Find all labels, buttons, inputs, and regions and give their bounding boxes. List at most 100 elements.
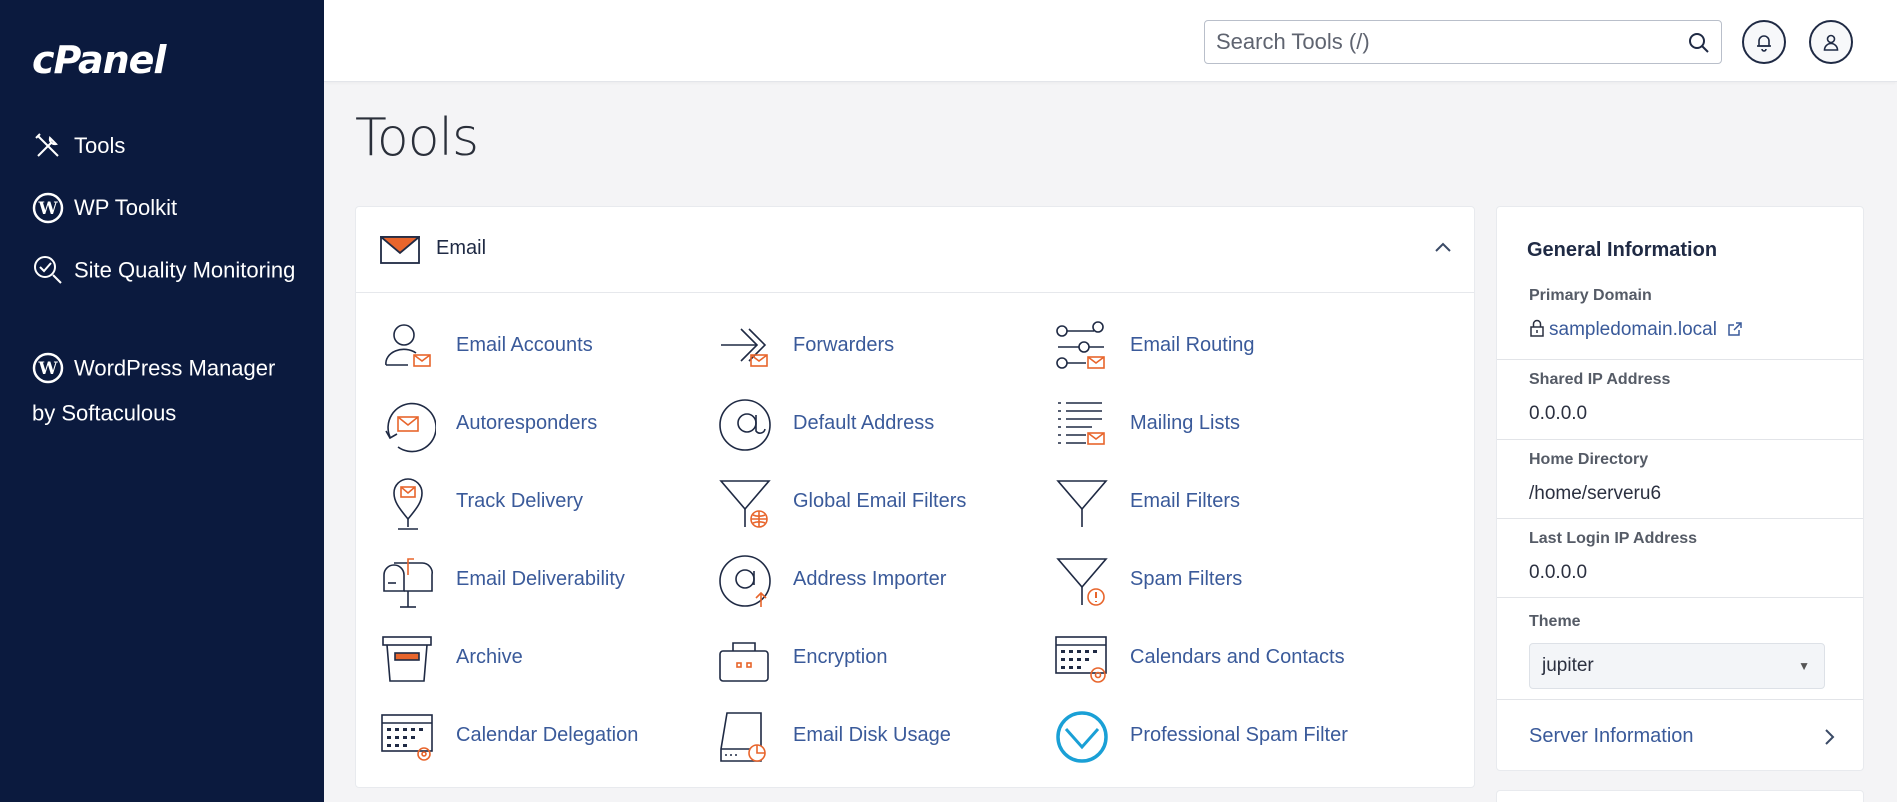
tool-autoresponders[interactable]: Autoresponders bbox=[380, 397, 710, 453]
general-information-card: General Information Primary Domain sampl… bbox=[1496, 206, 1864, 771]
tool-label: Calendars and Contacts bbox=[1130, 646, 1345, 668]
site-quality-icon bbox=[34, 256, 62, 284]
shared-ip-value: 0.0.0.0 bbox=[1529, 403, 1588, 424]
server-information-link[interactable]: Server Information bbox=[1529, 725, 1694, 748]
sidebar-item-label: WP Toolkit bbox=[74, 195, 178, 221]
spam-filters-icon bbox=[1056, 558, 1108, 606]
bell-icon bbox=[1757, 35, 1771, 52]
tool-label: Calendar Delegation bbox=[456, 724, 639, 746]
mailing-lists-icon bbox=[1058, 402, 1105, 445]
page-title: Tools bbox=[355, 108, 479, 168]
tool-label: Encryption bbox=[793, 646, 888, 668]
tool-default-address[interactable]: Default Address bbox=[717, 397, 1047, 453]
lock-icon bbox=[1530, 319, 1544, 337]
email-accounts-icon bbox=[385, 324, 431, 367]
home-directory-value: /home/serveru6 bbox=[1529, 483, 1662, 504]
tool-label: Email Disk Usage bbox=[793, 724, 951, 746]
tool-label: Email Accounts bbox=[456, 334, 593, 356]
tool-archive[interactable]: Archive bbox=[380, 631, 710, 687]
tool-label: Address Importer bbox=[793, 568, 947, 590]
tool-label: Mailing Lists bbox=[1130, 412, 1241, 434]
tool-encryption[interactable]: Encryption bbox=[717, 631, 1047, 687]
autoresponders-icon bbox=[385, 402, 436, 453]
envelope-icon bbox=[380, 236, 420, 264]
archive-icon bbox=[382, 636, 432, 682]
primary-domain-label: Primary Domain bbox=[1529, 287, 1652, 304]
chevron-down-icon: ▼ bbox=[1798, 659, 1810, 673]
tool-calendar-delegation[interactable]: Calendar Delegation bbox=[380, 709, 710, 765]
professional-spam-filter-icon bbox=[1056, 711, 1108, 763]
email-routing-icon bbox=[1056, 321, 1105, 369]
tool-label: Professional Spam Filter bbox=[1130, 724, 1348, 746]
encryption-icon bbox=[719, 642, 769, 682]
email-section-title: Email bbox=[436, 237, 487, 259]
theme-select[interactable]: jupiter ▼ bbox=[1529, 643, 1825, 689]
theme-label: Theme bbox=[1529, 613, 1581, 630]
tool-email-deliverability[interactable]: Email Deliverability bbox=[380, 553, 710, 609]
divider bbox=[1497, 439, 1863, 440]
search-input[interactable] bbox=[1205, 21, 1665, 63]
user-icon bbox=[1823, 34, 1839, 51]
svg-text:W: W bbox=[37, 359, 58, 379]
tool-global-email-filters[interactable]: Global Email Filters bbox=[717, 475, 1047, 531]
cpanel-logo[interactable]: cPanel bbox=[32, 38, 166, 82]
sidebar-item-site-quality[interactable]: Site Quality Monitoring bbox=[32, 248, 302, 291]
tool-email-filters[interactable]: Email Filters bbox=[1054, 475, 1384, 531]
tool-calendars-contacts[interactable]: Calendars and Contacts bbox=[1054, 631, 1384, 687]
home-directory-label: Home Directory bbox=[1529, 451, 1649, 468]
tool-label: Email Filters bbox=[1130, 490, 1241, 512]
sidebar-item-label: Tools bbox=[74, 133, 126, 159]
chevron-up-icon[interactable] bbox=[1434, 241, 1452, 253]
sidebar-item-label: Site Quality Monitoring bbox=[74, 257, 296, 283]
sidebar-item-wordpress-manager[interactable]: W WordPress Manager by Softaculous bbox=[32, 345, 302, 434]
global-email-filters-icon bbox=[719, 480, 771, 528]
divider bbox=[1497, 699, 1863, 700]
user-menu-button[interactable] bbox=[1809, 20, 1853, 64]
sidebar-item-tools[interactable]: Tools bbox=[32, 125, 302, 166]
track-delivery-icon bbox=[393, 478, 423, 530]
wordpress-icon: W bbox=[32, 352, 64, 384]
tool-spam-filters[interactable]: Spam Filters bbox=[1054, 553, 1384, 609]
tool-label: Global Email Filters bbox=[793, 490, 967, 512]
divider bbox=[1497, 518, 1863, 519]
svg-text:W: W bbox=[37, 199, 58, 219]
tool-mailing-lists[interactable]: Mailing Lists bbox=[1054, 397, 1384, 453]
next-card bbox=[1496, 790, 1864, 802]
search-box[interactable] bbox=[1204, 20, 1722, 64]
theme-selected-value: jupiter bbox=[1542, 655, 1594, 676]
wordpress-icon: W bbox=[32, 192, 64, 224]
tool-track-delivery[interactable]: Track Delivery bbox=[380, 475, 710, 531]
sidebar: cPanel Tools W WP Toolkit Site Quality M… bbox=[0, 0, 324, 802]
tool-label: Track Delivery bbox=[456, 490, 584, 512]
email-deliverability-icon bbox=[383, 558, 433, 608]
search-icon[interactable] bbox=[1687, 31, 1711, 55]
tool-forwarders[interactable]: Forwarders bbox=[717, 319, 1047, 375]
tool-label: Default Address bbox=[793, 412, 935, 434]
tool-email-accounts[interactable]: Email Accounts bbox=[380, 319, 710, 375]
primary-domain-value[interactable]: sampledomain.local bbox=[1529, 319, 1743, 341]
tool-label: Spam Filters bbox=[1130, 568, 1243, 590]
divider bbox=[1497, 359, 1863, 360]
tool-professional-spam-filter[interactable]: Professional Spam Filter bbox=[1054, 709, 1384, 765]
email-section-header[interactable]: Email bbox=[356, 207, 1474, 293]
tool-email-disk-usage[interactable]: Email Disk Usage bbox=[717, 709, 1047, 765]
chevron-right-icon[interactable] bbox=[1823, 727, 1835, 747]
sidebar-item-wp-toolkit[interactable]: W WP Toolkit bbox=[32, 187, 302, 228]
sidebar-item-label: WordPress Manager by Softaculous bbox=[32, 355, 276, 426]
top-bar bbox=[324, 0, 1897, 82]
last-login-value: 0.0.0.0 bbox=[1529, 562, 1588, 583]
external-link-icon[interactable] bbox=[1727, 321, 1743, 337]
tool-label: Archive bbox=[456, 646, 523, 668]
primary-domain-link[interactable]: sampledomain.local bbox=[1549, 319, 1717, 340]
default-address-icon bbox=[719, 399, 771, 451]
general-information-title: General Information bbox=[1527, 239, 1718, 261]
calendars-contacts-icon bbox=[1055, 636, 1107, 683]
divider bbox=[1497, 597, 1863, 598]
tool-address-importer[interactable]: Address Importer bbox=[717, 553, 1047, 609]
tool-label: Autoresponders bbox=[456, 412, 598, 434]
notifications-button[interactable] bbox=[1742, 20, 1786, 64]
shared-ip-label: Shared IP Address bbox=[1529, 371, 1671, 388]
tool-email-routing[interactable]: Email Routing bbox=[1054, 319, 1384, 375]
tool-label: Email Routing bbox=[1130, 334, 1255, 356]
tool-label: Forwarders bbox=[793, 334, 895, 356]
